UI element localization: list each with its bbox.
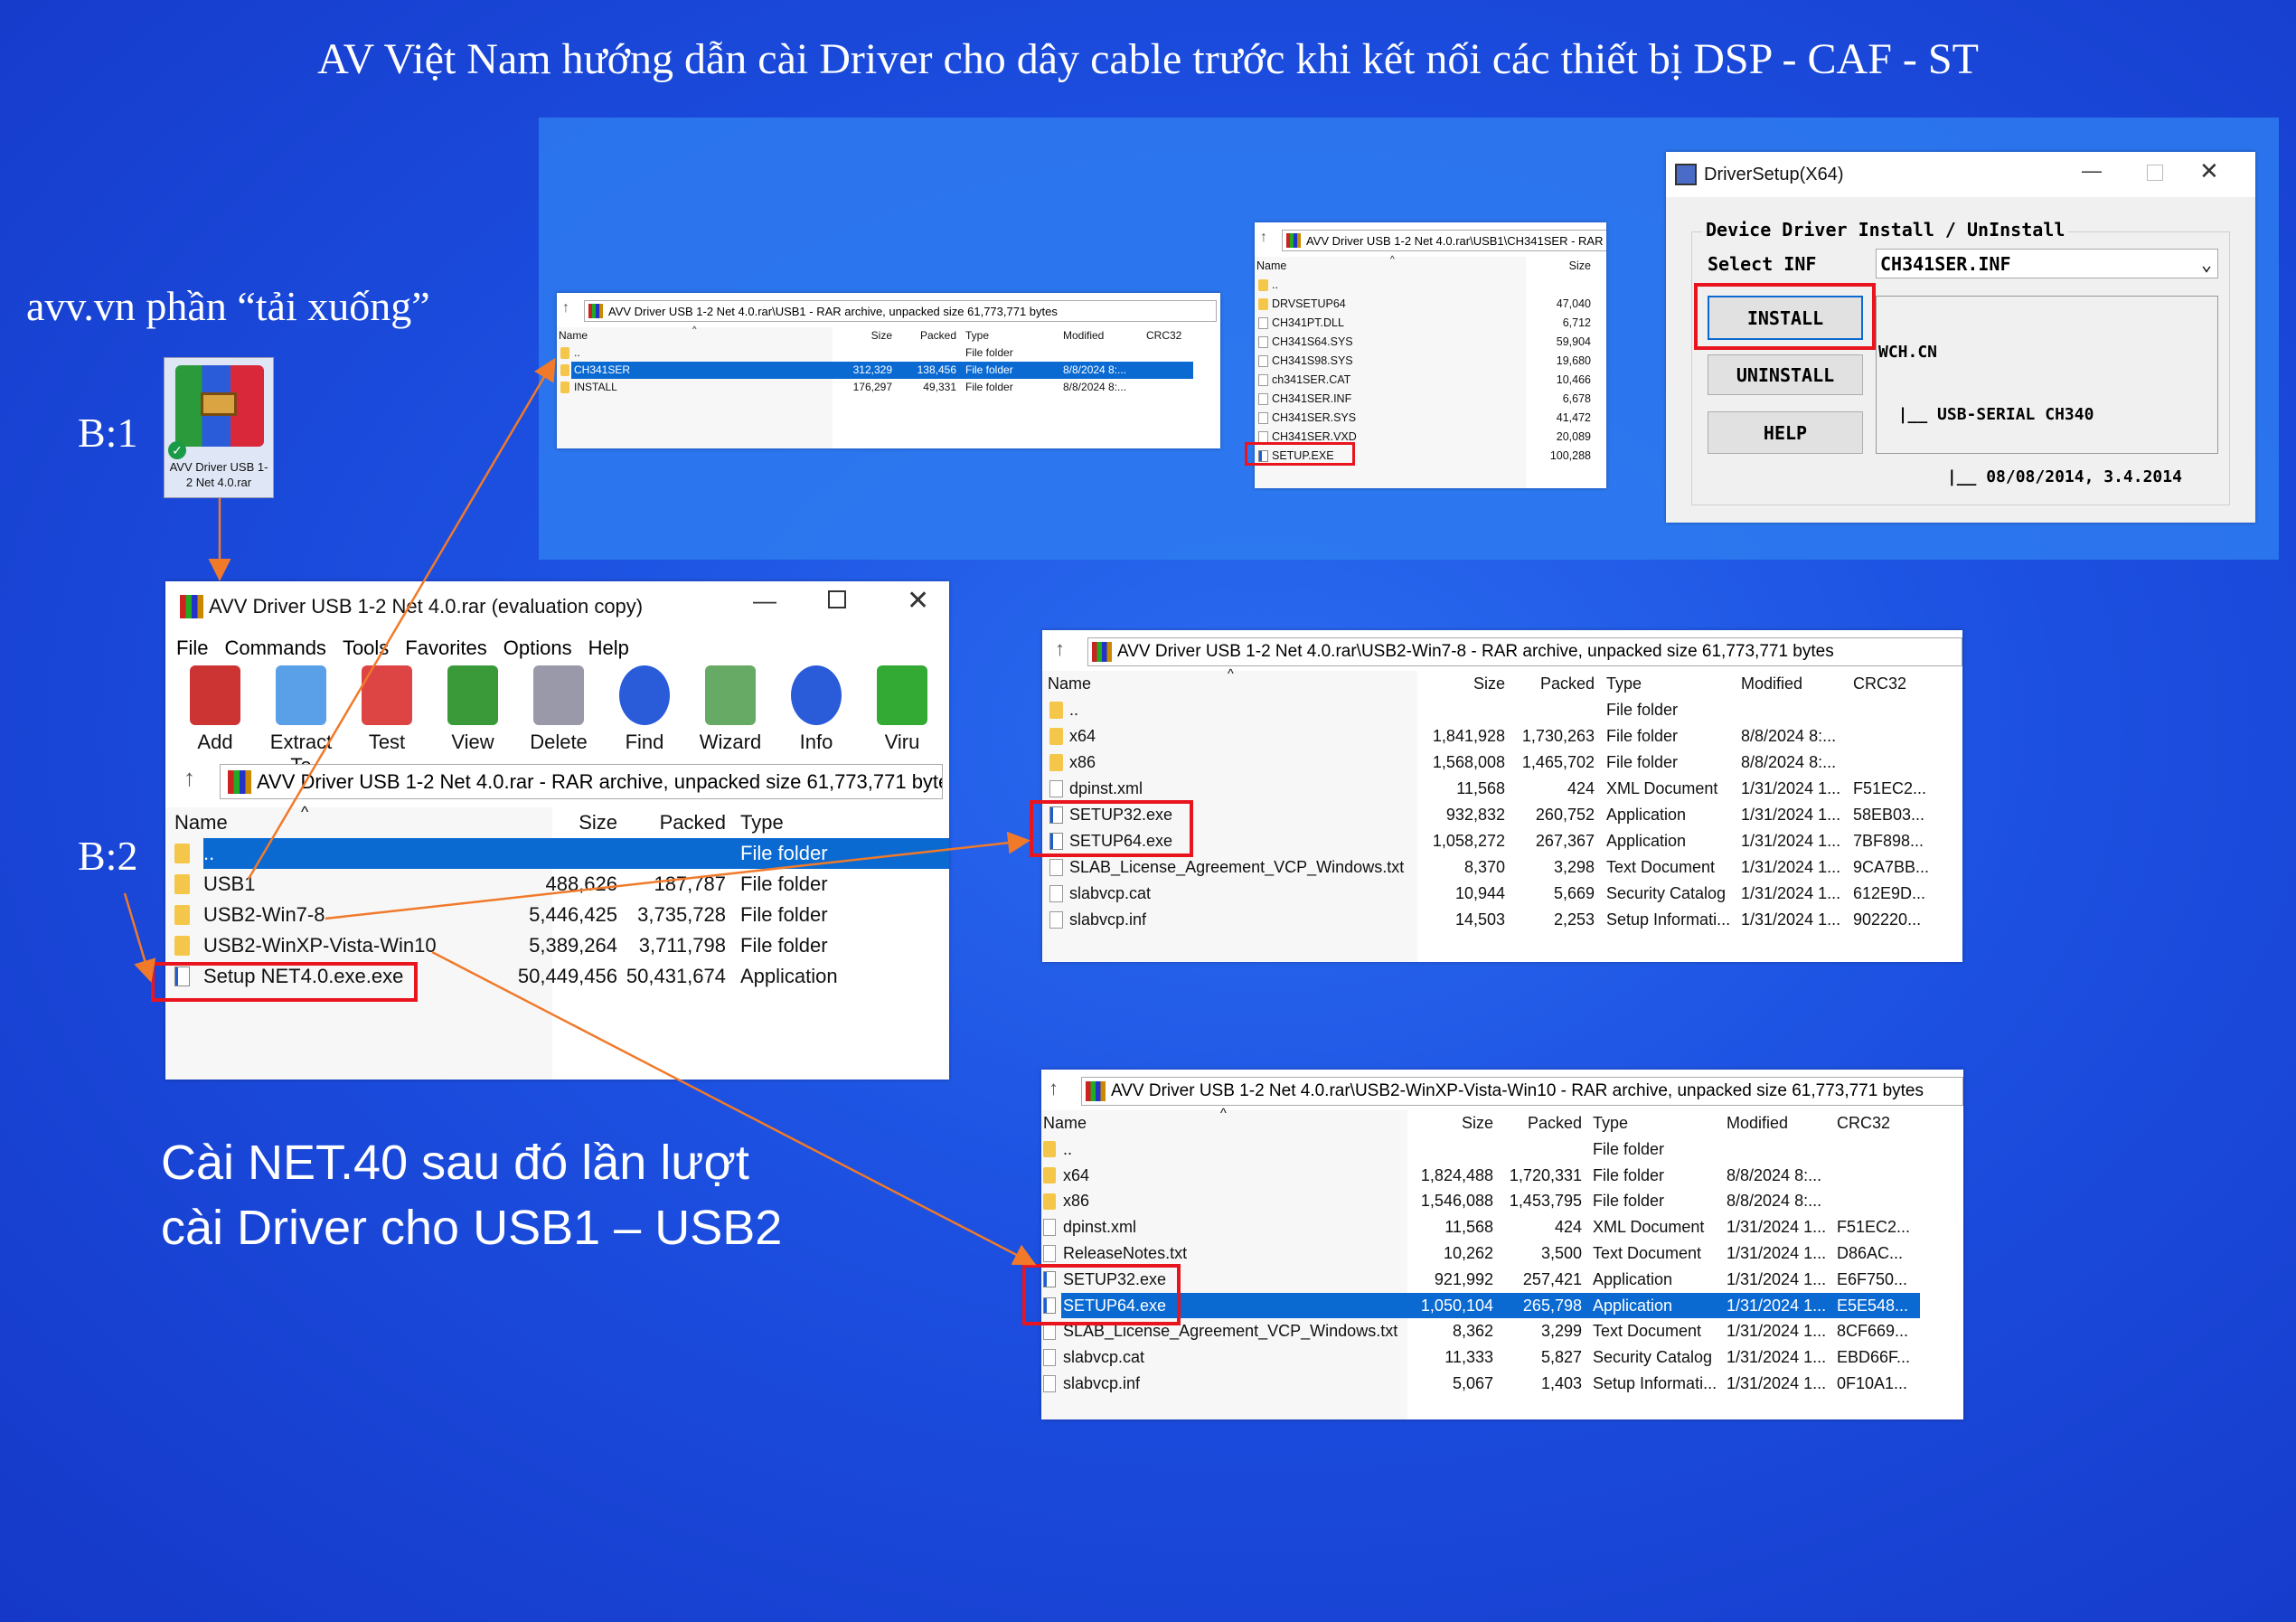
arrow-overlay: [123, 357, 1037, 1266]
arrow-usb1: [247, 357, 556, 880]
arrow-usb2-win7-8: [325, 831, 1030, 920]
arrow-step2: [123, 892, 156, 983]
arrow-usb2-winxp: [431, 950, 1037, 1266]
